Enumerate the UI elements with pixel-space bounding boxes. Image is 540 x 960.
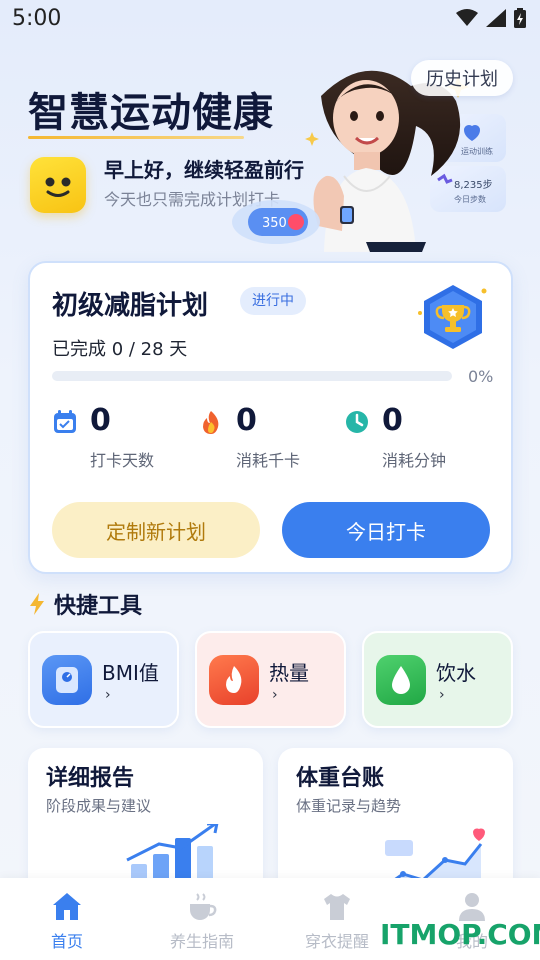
nav-label: 养生指南: [169, 932, 234, 951]
status-time: 5:00: [12, 6, 62, 31]
status-badge: 进行中: [240, 287, 306, 315]
status-icons: [456, 8, 526, 28]
card-steps-value: 8,235步: [454, 179, 493, 191]
report-title: 详细报告: [46, 766, 135, 791]
watermark-logo: ITMOP.COM: [380, 918, 540, 951]
stat-label: 消耗分钟: [382, 451, 447, 470]
stat-label: 消耗千卡: [236, 451, 301, 470]
scale-icon: [42, 655, 92, 705]
nav-label: 首页: [50, 932, 83, 951]
stat-label: 打卡天数: [90, 451, 155, 470]
title-underline: [28, 136, 244, 139]
water-drop-icon: [376, 655, 426, 705]
status-bar: 5:00: [0, 0, 540, 38]
detailed-report-card[interactable]: 详细报告 阶段成果与建议: [28, 748, 263, 898]
home-icon: [53, 893, 81, 920]
battery-icon: [514, 8, 526, 28]
checkin-button[interactable]: 今日打卡: [282, 502, 490, 558]
tool-name: BMI值: [102, 661, 159, 685]
signal-icon: [486, 9, 506, 27]
nav-home[interactable]: 首页: [7, 890, 127, 951]
smiley-icon: [30, 157, 86, 213]
tools-title: 快捷工具: [54, 594, 143, 619]
report-title: 体重台账: [296, 766, 385, 791]
tool-bmi[interactable]: BMI值 ›: [28, 631, 179, 728]
calendar-check-icon: [54, 410, 76, 433]
card-steps-label: 今日步数: [454, 194, 486, 204]
nav-label: 穿衣提醒: [304, 932, 369, 951]
shirt-icon: [324, 894, 350, 920]
calorie-badge: 350: [262, 216, 287, 231]
history-plan-button[interactable]: 历史计划: [411, 60, 513, 96]
tool-name: 饮水: [436, 661, 476, 685]
chevron-right-icon: ›: [272, 687, 278, 703]
plan-progress-bar: [52, 371, 452, 381]
nav-health-guide[interactable]: 养生指南: [142, 890, 262, 951]
tool-water[interactable]: 饮水 ›: [362, 631, 513, 728]
plan-progress-percent: 0%: [468, 367, 494, 386]
stat-value: 0: [90, 403, 111, 438]
chevron-right-icon: ›: [105, 687, 111, 703]
trophy-icon: [414, 283, 492, 353]
plan-title: 初级减脂计划: [52, 291, 209, 321]
stat-calories: 0 消耗千卡: [198, 403, 338, 473]
fire-icon: [203, 411, 219, 434]
stat-value: 0: [236, 403, 257, 438]
weight-ledger-card[interactable]: 体重台账 体重记录与趋势: [278, 748, 513, 898]
report-subtitle: 阶段成果与建议: [46, 797, 152, 815]
stat-minutes: 0 消耗分钟: [344, 403, 484, 473]
report-subtitle: 体重记录与趋势: [296, 797, 402, 815]
tool-name: 热量: [269, 661, 309, 685]
tool-calories[interactable]: 热量 ›: [195, 631, 346, 728]
flame-icon: [209, 655, 259, 705]
tools-header: 快捷工具: [28, 588, 142, 620]
chevron-right-icon: ›: [439, 687, 445, 703]
nav-clothing[interactable]: 穿衣提醒: [277, 890, 397, 951]
stat-value: 0: [382, 403, 403, 438]
plan-card: 初级减脂计划 进行中 已完成 0 / 28 天 0% 0 打卡天数 0 消耗千卡…: [28, 261, 513, 574]
stat-checkin-days: 0 打卡天数: [52, 403, 192, 473]
custom-plan-button[interactable]: 定制新计划: [52, 502, 260, 558]
wifi-icon: [456, 9, 478, 26]
plan-progress-text: 已完成 0 / 28 天: [52, 339, 188, 360]
lightning-icon: [30, 593, 44, 615]
card-health-label: 运动训练: [461, 146, 493, 156]
clock-icon: [346, 411, 368, 433]
tea-cup-icon: [190, 893, 217, 920]
